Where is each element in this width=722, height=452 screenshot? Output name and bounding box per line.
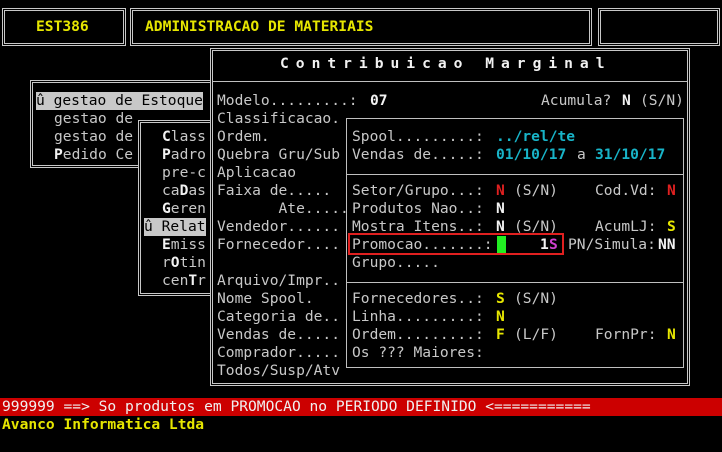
acumula-label: Acumula? [541,92,612,109]
check-icon: û [144,218,153,235]
label-arquivo: Arquivo/Impr.. [217,272,341,289]
header-extra-box [598,8,720,46]
ordem-options: (L/F) [514,326,558,343]
vendas-from[interactable]: 01/10/17 [496,146,566,164]
spool-value[interactable]: ../rel/te [496,128,575,146]
menu-item-pedido[interactable]: Pedido Ce [54,146,133,164]
promocao-label: Promocao.......: [352,236,493,253]
spool-label: Spool.........: [352,128,484,145]
app-title: ADMINISTRACAO DE MATERIAIS [145,18,374,35]
fornecedores-label: Fornecedores..: [352,290,484,307]
check-icon: û [36,92,45,109]
label-nome-spool: Nome Spool. [217,290,314,307]
header-title-box: ADMINISTRACAO DE MATERIAIS [130,8,592,46]
modelo-label: Modelo.........: [217,92,358,109]
acumlj-value[interactable]: S [667,218,676,236]
linha-value[interactable]: N [496,308,505,326]
company-name: Avanco Informatica Ltda [2,416,205,433]
menu2-item-padro[interactable]: Padro [162,146,206,164]
panel-divider-2 [347,282,683,283]
label-ate: Ate..... [217,200,349,217]
pnsimula-label: PN/Simula: [568,236,656,253]
vendas-label: Vendas de.....: [352,146,484,163]
menu2-item-prec[interactable]: pre-c [162,164,206,182]
menu-item-gestao-3[interactable]: gestao de [54,128,133,146]
label-todos: Todos/Susp/Atv [217,362,341,379]
ordem-value[interactable]: F [496,326,505,344]
menu2-item-class[interactable]: Class [162,128,206,146]
label-fornecedor: Fornecedor.... [217,236,341,253]
label-faixa: Faixa de..... [217,182,332,199]
label-classificacao: Classificacao. [217,110,341,127]
modelo-value[interactable]: 07 [370,92,388,110]
linha-label: Linha.........: [352,308,484,325]
promocao-value[interactable]: 1 [540,236,549,254]
label-quebra: Quebra Gru/Sub [217,146,341,163]
promocao-flag[interactable]: S [549,236,558,254]
header-code-box: EST386 [2,8,126,46]
fornpr-value[interactable]: N [667,326,676,344]
fornecedores-value[interactable]: S [496,290,505,308]
menu2-item-geren[interactable]: Geren [162,200,206,218]
status-message: 999999 ==> So produtos em PROMOCAO no PE… [2,398,591,415]
vendas-to[interactable]: 31/10/17 [595,146,665,164]
acumula-options: (S/N) [640,92,684,109]
codvd-label: Cod.Vd: [595,182,657,199]
acumula-value[interactable]: N [622,92,631,110]
menu-item-gestao-estoque[interactable]: û gestao de Estoque [36,92,203,110]
menu2-item-cadas[interactable]: caDas [162,182,206,200]
status-bar: 999999 ==> So produtos em PROMOCAO no PE… [0,398,722,416]
menu-item-gestao-2[interactable]: gestao de [54,110,133,128]
grupo-label: Grupo..... [352,254,440,271]
ordem-label: Ordem.........: [352,326,484,343]
dialog-divider [213,81,687,82]
label-comprador: Comprador..... [217,344,341,361]
fornecedores-options: (S/N) [514,290,558,307]
setor-label: Setor/Grupo...: [352,182,484,199]
program-code: EST386 [36,18,89,35]
label-vendedor: Vendedor...... [217,218,341,235]
text-cursor [497,236,506,253]
pnsimula-value[interactable]: NN [658,236,676,254]
label-ordem: Ordem. [217,128,270,145]
label-vendas: Vendas de..... [217,326,341,343]
label-categoria: Categoria de.. [217,308,341,325]
setor-options: (S/N) [514,182,558,199]
produtos-value[interactable]: N [496,200,505,218]
os-maiores-label: Os ??? Maiores: [352,344,484,361]
produtos-label: Produtos Nao..: [352,200,484,217]
menu2-item-rotin[interactable]: rOtin [162,254,206,272]
fornpr-label: FornPr: [595,326,657,343]
acumlj-label: AcumLJ: [595,218,657,235]
codvd-value[interactable]: N [667,182,676,200]
menu2-item-relat[interactable]: û Relat [144,218,206,236]
vendas-a: a [577,146,586,163]
menu2-item-centr[interactable]: cenTr [162,272,206,290]
panel-divider-1 [347,174,683,175]
dialog-title: Contribuicao Marginal [280,55,612,72]
label-aplicacao: Aplicacao [217,164,297,181]
menu2-item-emiss[interactable]: Emiss [162,236,206,254]
setor-value[interactable]: N [496,182,505,200]
